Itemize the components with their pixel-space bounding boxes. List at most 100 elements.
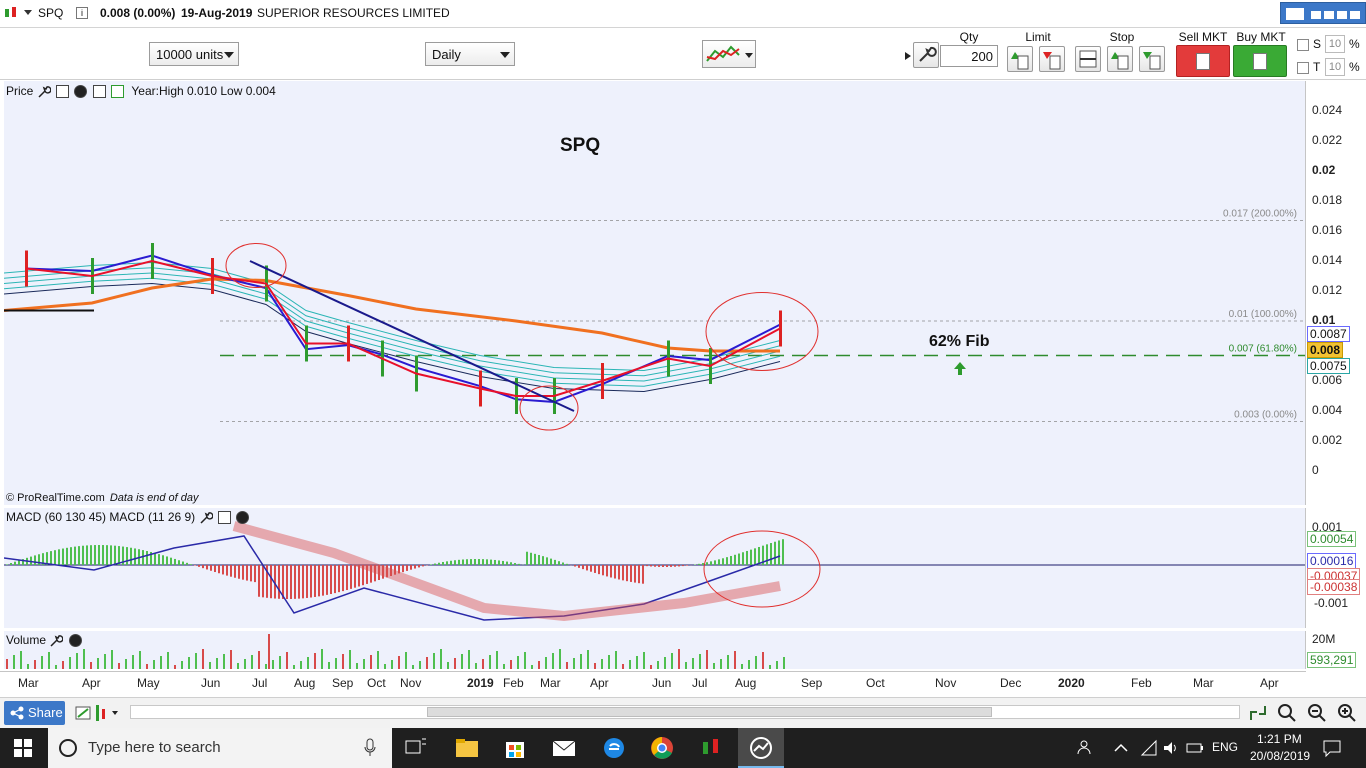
scrollbar-thumb[interactable] (427, 707, 992, 717)
macd-histogram-bar (538, 554, 540, 565)
taskbar-search[interactable]: Type here to search (48, 728, 392, 768)
t-percent-input[interactable]: 10 (1325, 58, 1345, 76)
macd-histogram-bar (470, 559, 472, 565)
macd-histogram-bar (354, 565, 356, 588)
macd-histogram-bar (518, 563, 520, 565)
clock-time[interactable]: 1:21 PM (1257, 732, 1302, 746)
horizontal-scrollbar[interactable] (130, 705, 1240, 719)
active-app-slot[interactable] (738, 728, 784, 768)
wrench-icon[interactable] (199, 511, 214, 524)
macd-histogram-bar (106, 545, 108, 565)
stop-checkbox[interactable] (1297, 39, 1309, 51)
price-y-tick: 0.022 (1312, 133, 1343, 147)
macd-histogram-bar (342, 565, 344, 592)
notifications-icon[interactable] (1322, 738, 1342, 758)
title-bar: SPQ i 0.008 (0.00%) 19-Aug-2019 SUPERIOR… (0, 0, 1366, 28)
edge-icon[interactable] (602, 736, 626, 760)
volume-bar (671, 653, 673, 669)
windows-start-icon[interactable] (14, 739, 32, 757)
close-icon[interactable] (236, 511, 250, 525)
symbol-label[interactable]: SPQ (38, 6, 63, 20)
expand-icon[interactable] (92, 85, 106, 99)
collapse-arrow-icon[interactable] (905, 52, 911, 60)
zoom-fit-icon[interactable] (1276, 702, 1298, 724)
volume-bar (727, 655, 729, 669)
store-icon[interactable] (503, 736, 527, 760)
volume-bar (139, 651, 141, 669)
chevron-down-icon[interactable] (24, 10, 32, 16)
wrench-icon[interactable] (49, 634, 64, 647)
close-icon[interactable] (74, 85, 88, 99)
drawing-tools-icon[interactable] (74, 703, 122, 723)
time-axis-label: Sep (332, 676, 354, 690)
clock-date[interactable]: 20/08/2019 (1250, 749, 1310, 763)
language-indicator[interactable]: ENG (1212, 740, 1238, 754)
mail-icon[interactable] (552, 736, 576, 760)
stop-order-button[interactable] (1075, 46, 1101, 72)
file-explorer-icon[interactable] (455, 736, 479, 760)
stop-buy-button[interactable] (1107, 46, 1133, 72)
s-percent-sign: % (1349, 37, 1360, 51)
maximize-icon[interactable] (56, 85, 70, 99)
macd-histogram-bar (102, 545, 104, 565)
units-select[interactable]: 10000 units (149, 42, 239, 66)
volume-icon[interactable] (1162, 739, 1180, 757)
info-icon[interactable]: i (76, 7, 88, 19)
volume-bar (293, 665, 295, 669)
people-icon[interactable] (1076, 738, 1096, 758)
volume-bar (195, 653, 197, 669)
macd-histogram-bar (58, 549, 60, 565)
microphone-icon[interactable] (364, 738, 376, 758)
macd-histogram-bar (230, 565, 232, 577)
sell-market-button[interactable] (1176, 45, 1230, 77)
task-view-icon[interactable] (404, 736, 428, 760)
interval-select[interactable]: Daily (425, 42, 515, 66)
volume-bar (531, 665, 533, 669)
macd-histogram-bar (542, 556, 544, 565)
volume-bar (118, 663, 120, 669)
volume-bar (363, 659, 365, 669)
chrome-icon[interactable] (650, 736, 674, 760)
prorealtime-taskbar-icon[interactable] (699, 736, 723, 760)
volume-bar (268, 634, 270, 669)
macd-histogram-bar (646, 565, 648, 567)
time-axis[interactable]: Mar Apr May Jun Jul Aug Sep Oct Nov 2019 Feb Mar Apr… (0, 671, 1306, 695)
chart-type-button[interactable] (702, 40, 756, 68)
volume-chart (6, 634, 785, 669)
zoom-out-icon[interactable] (1306, 702, 1328, 724)
keyboard-button[interactable] (1280, 2, 1366, 24)
battery-icon[interactable] (1186, 739, 1204, 757)
zoom-in-icon[interactable] (1336, 702, 1358, 724)
maximize-icon[interactable] (217, 511, 231, 525)
buy-mkt-label: Buy MKT (1236, 30, 1286, 44)
time-axis-label: Jul (252, 676, 268, 690)
price-y-tick: 0.02 (1312, 163, 1336, 177)
share-button[interactable]: Share (4, 701, 65, 725)
macd-histogram-bar (594, 565, 596, 573)
buy-market-button[interactable] (1233, 45, 1287, 77)
close-icon[interactable] (68, 634, 82, 648)
macd-histogram-bar (682, 565, 684, 567)
macd-histogram-bar (314, 565, 316, 597)
s-percent-input[interactable]: 10 (1325, 35, 1345, 53)
wrench-icon[interactable] (37, 85, 52, 98)
arrow-up-icon[interactable] (111, 85, 125, 99)
time-axis-label: Mar (18, 676, 39, 690)
qty-input[interactable]: 200 (940, 45, 998, 67)
order-settings-button[interactable] (913, 42, 939, 68)
macd-histogram-bar (530, 552, 532, 565)
chevron-up-icon[interactable] (1113, 740, 1129, 756)
limit-buy-button[interactable] (1007, 46, 1033, 72)
target-checkbox[interactable] (1297, 62, 1309, 74)
macd-histogram-bar (478, 559, 480, 565)
volume-bar (643, 652, 645, 669)
stop-sell-button[interactable] (1139, 46, 1165, 72)
macd-histogram-bar (278, 565, 280, 599)
volume-bar (475, 663, 477, 669)
price-panel[interactable]: 0.017 (200.00%) 0.01 (100.00%) 0.007 (61.8… (3, 81, 1305, 505)
reset-zoom-icon[interactable] (1248, 703, 1268, 723)
network-icon[interactable] (1140, 739, 1158, 757)
price-tag-last: 0.008 (1307, 342, 1344, 358)
limit-sell-button[interactable] (1039, 46, 1065, 72)
volume-panel[interactable] (4, 631, 1305, 669)
